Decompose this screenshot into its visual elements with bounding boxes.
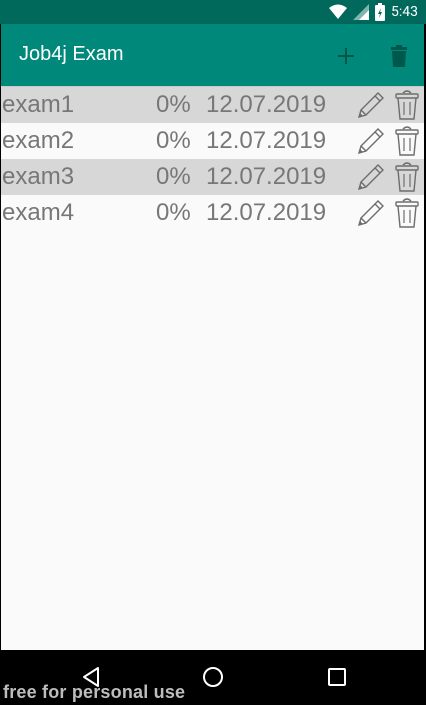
exam-name: exam1 <box>2 91 75 118</box>
pencil-icon[interactable] <box>355 89 387 121</box>
exam-row[interactable]: exam4 0% 12.07.2019 <box>0 195 426 231</box>
status-icons: 5:43 <box>329 2 418 22</box>
exam-date: 12.07.2019 <box>206 127 327 154</box>
add-icon <box>338 48 354 64</box>
exam-row[interactable]: exam3 0% 12.07.2019 <box>0 159 426 195</box>
pencil-icon[interactable] <box>355 161 387 193</box>
trash-icon[interactable] <box>393 161 421 193</box>
app-bar: Job4j Exam <box>0 24 426 86</box>
exam-row[interactable]: exam2 0% 12.07.2019 <box>0 123 426 159</box>
app-title: Job4j Exam <box>19 43 124 65</box>
trash-icon[interactable] <box>393 197 421 229</box>
app-screen: 5:43 Job4j Exam exam1 0% 12.07.2019 exam… <box>0 0 426 705</box>
delete-all-button[interactable] <box>381 38 417 74</box>
delete-icon <box>391 45 407 67</box>
battery-icon <box>375 3 385 21</box>
exam-name: exam3 <box>2 163 75 190</box>
exam-percent: 0% <box>156 163 191 190</box>
home-icon <box>203 667 223 687</box>
status-time: 5:43 <box>391 4 418 20</box>
exam-name: exam4 <box>2 199 75 226</box>
wifi-icon <box>329 4 347 20</box>
exam-name: exam2 <box>2 127 75 154</box>
screen-border-left <box>0 24 1 650</box>
trash-icon[interactable] <box>393 125 421 157</box>
trash-icon[interactable] <box>393 89 421 121</box>
home-button[interactable] <box>198 662 228 692</box>
signal-icon <box>353 4 369 20</box>
recents-icon <box>328 668 346 686</box>
status-bar: 5:43 <box>0 0 426 24</box>
exam-date: 12.07.2019 <box>206 163 327 190</box>
exam-date: 12.07.2019 <box>206 91 327 118</box>
exam-list: exam1 0% 12.07.2019 exam2 0% 12.07.2019 <box>0 87 426 231</box>
recents-button[interactable] <box>322 662 352 692</box>
watermark-text: free for personal use <box>3 682 186 702</box>
exam-row[interactable]: exam1 0% 12.07.2019 <box>0 87 426 123</box>
exam-percent: 0% <box>156 91 191 118</box>
pencil-icon[interactable] <box>355 197 387 229</box>
exam-percent: 0% <box>156 199 191 226</box>
exam-date: 12.07.2019 <box>206 199 327 226</box>
pencil-icon[interactable] <box>355 125 387 157</box>
exam-percent: 0% <box>156 127 191 154</box>
add-button[interactable] <box>328 38 364 74</box>
